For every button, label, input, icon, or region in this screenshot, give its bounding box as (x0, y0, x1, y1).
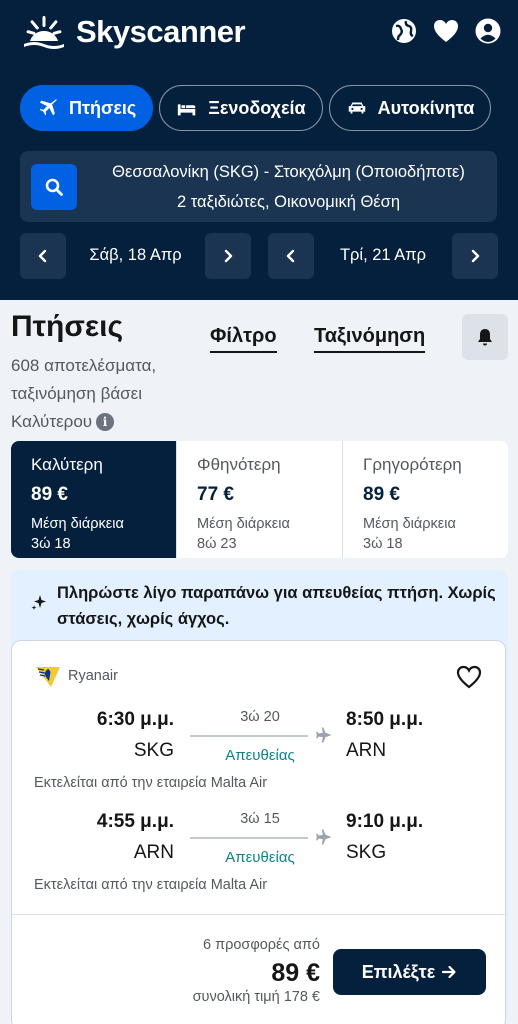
sort-tab-title: Φθηνότερη (197, 455, 281, 474)
sort-tab-title: Γρηγορότερη (363, 455, 462, 474)
chevron-left-icon (38, 249, 47, 263)
info-icon[interactable]: i (96, 413, 115, 431)
total-price: συνολική τιμή 178 € (192, 989, 320, 1005)
sort-tab-avg-label: Μέση διάρκεια (197, 516, 290, 532)
stops-label: Απευθείας (225, 747, 295, 764)
chevron-right-icon (471, 249, 480, 263)
bed-icon (178, 104, 196, 116)
ryanair-logo-icon (36, 667, 60, 687)
arrival-airport: SKG (346, 842, 387, 863)
sort-tab-best[interactable]: Καλύτερη 89 € Μέση διάρκεια 3ώ 18 (11, 441, 177, 558)
sort-tab-title: Καλύτερη (31, 455, 103, 474)
stops-label: Απευθείας (225, 849, 295, 866)
sort-tab-avg-value: 8ώ 23 (197, 536, 237, 552)
sort-tab-avg-label: Μέση διάρκεια (363, 516, 456, 532)
promo-text: Πληρώστε λίγο παραπάνω για απευθείας πτή… (57, 584, 496, 628)
offers-count: 6 προσφορές από (202, 937, 320, 953)
plane-icon (39, 99, 57, 116)
departure-time: 4:55 μ.μ. (96, 811, 174, 832)
heart-icon[interactable] (432, 17, 460, 45)
tab-flights-label: Πτήσεις (69, 97, 137, 118)
tab-hotels[interactable]: Ξενοδοχεία (159, 85, 323, 131)
search-details: 2 ταξιδιώτες, Οικονομική Θέση (176, 193, 401, 211)
route-line (190, 735, 308, 737)
outbound-date[interactable]: Σάβ, 18 Απρ (66, 246, 205, 265)
operated-by: Εκτελείται από την εταιρεία Malta Air (34, 877, 268, 893)
flight-duration: 3ώ 15 (240, 811, 280, 827)
sort-tab-avg-label: Μέση διάρκεια (31, 516, 124, 532)
arrow-right-icon (442, 965, 456, 979)
outbound-next-button[interactable] (205, 233, 251, 279)
return-next-button[interactable] (452, 233, 498, 279)
sort-tabs: Καλύτερη 89 € Μέση διάρκεια 3ώ 18 Φθηνότ… (11, 441, 508, 558)
tab-hotels-label: Ξενοδοχεία (208, 97, 306, 118)
return-date[interactable]: Τρί, 21 Απρ (314, 246, 452, 265)
departure-airport: ARN (133, 842, 174, 863)
airline-name: Ryanair (68, 668, 118, 684)
filter-button[interactable]: Φίλτρο (210, 325, 277, 353)
results-title: Πτήσεις (11, 310, 124, 343)
sparkle-icon (31, 595, 46, 610)
search-icon (45, 178, 63, 196)
car-icon (348, 102, 365, 114)
airline-info: Ryanair (34, 663, 118, 689)
skyscanner-logo[interactable]: Skyscanner (20, 14, 246, 50)
sort-tab-avg-value: 3ώ 18 (363, 536, 403, 552)
select-button[interactable]: Επιλέξτε (333, 949, 486, 995)
arrival-airport: ARN (346, 740, 387, 761)
tab-flights[interactable]: Πτήσεις (20, 85, 154, 131)
operated-by: Εκτελείται από την εταιρεία Malta Air (34, 775, 268, 791)
price: 89 € (271, 959, 320, 987)
sort-tab-price: 89 € (31, 484, 68, 505)
price-alert-button[interactable] (462, 314, 508, 360)
outbound-prev-button[interactable] (20, 233, 66, 279)
chevron-left-icon (286, 249, 295, 263)
chevron-right-icon (224, 249, 233, 263)
sort-tab-fastest[interactable]: Γρηγορότερη 89 € Μέση διάρκεια 3ώ 18 (343, 441, 508, 558)
sort-tab-price: 77 € (197, 484, 234, 505)
search-summary[interactable]: Θεσσαλονίκη (SKG) - Στοκχόλμη (Οποιοδήπο… (20, 151, 497, 222)
date-selector: Σάβ, 18 Απρ Τρί, 21 Απρ (20, 233, 498, 279)
sort-tab-price: 89 € (363, 484, 400, 505)
arrival-time: 9:10 μ.μ. (346, 811, 424, 832)
plane-icon (316, 727, 332, 743)
return-leg: 4:55 μ.μ. ARN 3ώ 15 Απευθείας 9:10 μ.μ. … (12, 811, 507, 911)
search-route: Θεσσαλονίκη (SKG) - Στοκχόλμη (Οποιοδήπο… (112, 163, 465, 181)
outbound-leg: 6:30 μ.μ. SKG 3ώ 20 Απευθείας 8:50 μ.μ. … (12, 709, 507, 809)
departure-airport: SKG (133, 740, 174, 761)
brand-name: Skyscanner (76, 14, 246, 49)
globe-icon[interactable] (390, 17, 418, 45)
sort-tab-avg-value: 3ώ 18 (31, 536, 71, 552)
select-button-label: Επιλέξτε (361, 961, 436, 982)
bell-icon (478, 329, 492, 346)
card-divider (12, 914, 507, 915)
plane-icon (316, 829, 332, 845)
results-subtitle-text: 608 αποτελέσματα, ταξινόμηση βάσει Καλύτ… (11, 356, 157, 431)
tab-cars[interactable]: Αυτοκίνητα (328, 85, 492, 131)
sort-button[interactable]: Ταξινόμηση (314, 325, 426, 353)
sunrise-logo-icon (24, 16, 64, 49)
results-subtitle: 608 αποτελέσματα, ταξινόμηση βάσει Καλύτ… (11, 352, 181, 436)
tab-cars-label: Αυτοκίνητα (377, 97, 475, 118)
return-prev-button[interactable] (268, 233, 314, 279)
vertical-tabs: Πτήσεις Ξενοδοχεία Αυτοκίνητα (20, 85, 492, 131)
sort-tab-cheapest[interactable]: Φθηνότερη 77 € Μέση διάρκεια 8ώ 23 (177, 441, 343, 558)
search-button[interactable] (31, 164, 77, 210)
app-header: Skyscanner Πτήσεις Ξενοδοχεία Αυτοκίνητα (0, 0, 518, 300)
route-line (190, 837, 308, 839)
arrival-time: 8:50 μ.μ. (346, 709, 424, 730)
heart-outline-icon[interactable] (455, 663, 483, 691)
flight-result-card[interactable]: Ryanair 6:30 μ.μ. SKG 3ώ 20 Απευθείας 8:… (11, 640, 507, 1024)
flight-duration: 3ώ 20 (240, 709, 280, 725)
departure-time: 6:30 μ.μ. (96, 709, 174, 730)
account-icon[interactable] (474, 17, 502, 45)
